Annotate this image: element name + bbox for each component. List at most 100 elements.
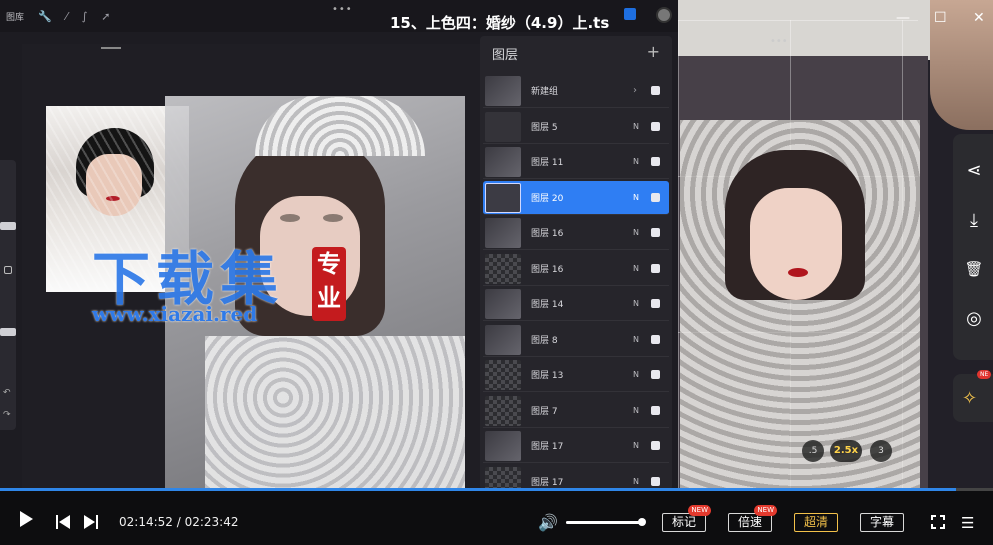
layer-thumbnail <box>485 253 521 284</box>
mark-button[interactable]: 标记 NEW <box>662 505 711 532</box>
layer-visibility-checkbox[interactable] <box>651 157 660 166</box>
layer-visibility-checkbox[interactable] <box>651 405 660 415</box>
watermark-seal: 专业 <box>312 247 346 321</box>
playlist-icon[interactable]: ☰ <box>961 514 974 532</box>
selection-icon: ∫ <box>81 9 88 23</box>
speed-option-2.5[interactable]: 2.5x <box>830 440 862 462</box>
layer-row[interactable]: 图层 14 N <box>483 287 669 321</box>
volume-slider[interactable] <box>566 518 646 526</box>
layer-visibility-checkbox[interactable] <box>651 334 660 344</box>
layer-row[interactable]: 图层 17 N <box>483 465 669 490</box>
video-player-window: 图库 🔧 ⁄ ∫ ➚ ••• ↶ ↷ 下载集 专业 www.xiazai.red… <box>0 0 993 545</box>
layer-blend-mode[interactable]: N <box>633 406 639 415</box>
layer-row[interactable]: 图层 7 N <box>483 394 669 428</box>
layer-thumbnail <box>485 218 521 248</box>
undo-icon: ↶ <box>3 388 11 398</box>
layer-row[interactable]: 图层 20 N <box>483 180 669 215</box>
layer-name: 图层 14 <box>531 300 564 310</box>
volume-knob[interactable] <box>638 518 646 526</box>
time-separator: / <box>172 515 185 529</box>
speed-button[interactable]: 倍速 NEW <box>728 505 777 532</box>
hd-button[interactable]: 超清 <box>794 513 838 532</box>
video-title: 15、上色四：婚纱（4.9）上.ts <box>390 14 610 32</box>
layer-thumbnail <box>485 111 521 142</box>
speed-option-3[interactable]: 3 <box>870 440 892 462</box>
volume-fill <box>566 521 642 524</box>
left-video-frame[interactable]: 图库 🔧 ⁄ ∫ ➚ ••• ↶ ↷ 下载集 专业 www.xiazai.red… <box>0 0 678 490</box>
layer-visibility-checkbox[interactable] <box>651 476 660 486</box>
next-icon[interactable] <box>84 515 98 529</box>
layer-blend-mode[interactable]: N <box>633 264 639 273</box>
layer-blend-mode[interactable]: N <box>633 193 639 202</box>
layer-name: 图层 8 <box>531 335 558 346</box>
layer-visibility-checkbox[interactable] <box>651 370 660 379</box>
share-icon[interactable]: ⋖ <box>963 160 985 182</box>
toolbar-dots: ••• <box>332 4 353 15</box>
subtitle-button[interactable]: 字幕 <box>860 513 904 532</box>
color-picker-icon <box>656 7 672 23</box>
layer-thumbnail <box>485 289 521 319</box>
mark-new-badge: NEW <box>688 505 711 516</box>
layer-visibility-checkbox[interactable] <box>651 228 660 237</box>
download-icon[interactable]: ⤓ <box>963 210 985 232</box>
right-video-dots: ••• <box>770 36 788 47</box>
layer-thumbnail <box>485 76 521 106</box>
layer-blend-mode[interactable]: N <box>633 441 639 450</box>
layer-thumbnail <box>485 431 521 461</box>
layer-blend-mode[interactable]: N <box>633 228 639 237</box>
pin-icon[interactable]: ✧ <box>962 388 977 409</box>
add-layer-button[interactable]: + <box>647 42 660 61</box>
layer-visibility-checkbox[interactable] <box>651 121 660 131</box>
brush-size-handle <box>0 222 16 230</box>
layer-row[interactable]: 图层 17 N <box>483 429 669 463</box>
layer-name: 图层 5 <box>531 122 558 133</box>
layer-visibility-checkbox[interactable] <box>651 86 660 95</box>
layer-name: 图层 17 <box>531 477 564 488</box>
layer-name: 图层 7 <box>531 406 558 417</box>
illustration-eye-left <box>280 214 300 222</box>
layer-thumbnail <box>485 466 521 490</box>
layer-visibility-checkbox[interactable] <box>651 299 660 308</box>
layer-row[interactable]: 图层 8 N <box>483 323 669 357</box>
layer-visibility-checkbox[interactable] <box>651 263 660 273</box>
layer-visibility-checkbox[interactable] <box>651 192 660 202</box>
hd-label: 超清 <box>803 515 828 529</box>
minimize-button[interactable]: — <box>896 10 910 26</box>
layer-blend-mode[interactable]: N <box>633 335 639 344</box>
layer-row[interactable]: 新建组 › <box>483 74 669 108</box>
player-controls: 02:14:52 / 02:23:42 🔊 标记 NEW 倍速 NEW 超清 字… <box>0 491 993 545</box>
layer-name: 图层 11 <box>531 158 564 168</box>
layer-name: 图层 20 <box>531 193 564 204</box>
layer-blend-mode[interactable]: N <box>633 122 639 131</box>
magic-wand-icon: ⁄ <box>65 9 68 23</box>
layer-blend-mode[interactable]: N <box>633 157 639 166</box>
illustration-lace-dress <box>205 336 465 490</box>
watermark-url: www.xiazai.red <box>92 302 258 326</box>
layer-blend-mode[interactable]: N <box>633 299 639 308</box>
layer-visibility-checkbox[interactable] <box>651 441 660 450</box>
right-video-illustration <box>680 120 920 490</box>
trash-icon[interactable]: 🗑 <box>963 258 985 280</box>
subtitle-label: 字幕 <box>869 515 894 529</box>
layer-blend-mode[interactable]: N <box>633 477 639 486</box>
layers-title: 图层 <box>492 48 519 63</box>
right-video-frame[interactable]: ••• .5 2.5x 3 <box>678 0 993 490</box>
layer-row[interactable]: 图层 13 N <box>483 358 669 392</box>
layer-row[interactable]: 图层 16 N <box>483 216 669 250</box>
maximize-button[interactable]: ☐ <box>934 10 947 26</box>
total-time: 02:23:42 <box>184 515 239 529</box>
speed-option-0.5[interactable]: .5 <box>802 440 824 462</box>
layer-row[interactable]: 图层 16 N <box>483 252 669 286</box>
layer-row[interactable]: 图层 5 N <box>483 110 669 144</box>
layer-blend-mode[interactable]: N <box>633 370 639 379</box>
close-button[interactable]: ✕ <box>973 10 985 26</box>
layer-row[interactable]: 图层 11 N <box>483 145 669 179</box>
gallery-label: 图库 <box>6 12 25 23</box>
group-chevron-icon[interactable]: › <box>633 85 637 96</box>
layer-name: 新建组 <box>531 87 559 97</box>
play-icon[interactable] <box>20 511 33 527</box>
previous-icon[interactable] <box>56 515 70 529</box>
target-icon[interactable]: ◎ <box>963 308 985 330</box>
fullscreen-icon[interactable] <box>930 514 946 530</box>
volume-icon[interactable]: 🔊 <box>538 513 558 532</box>
